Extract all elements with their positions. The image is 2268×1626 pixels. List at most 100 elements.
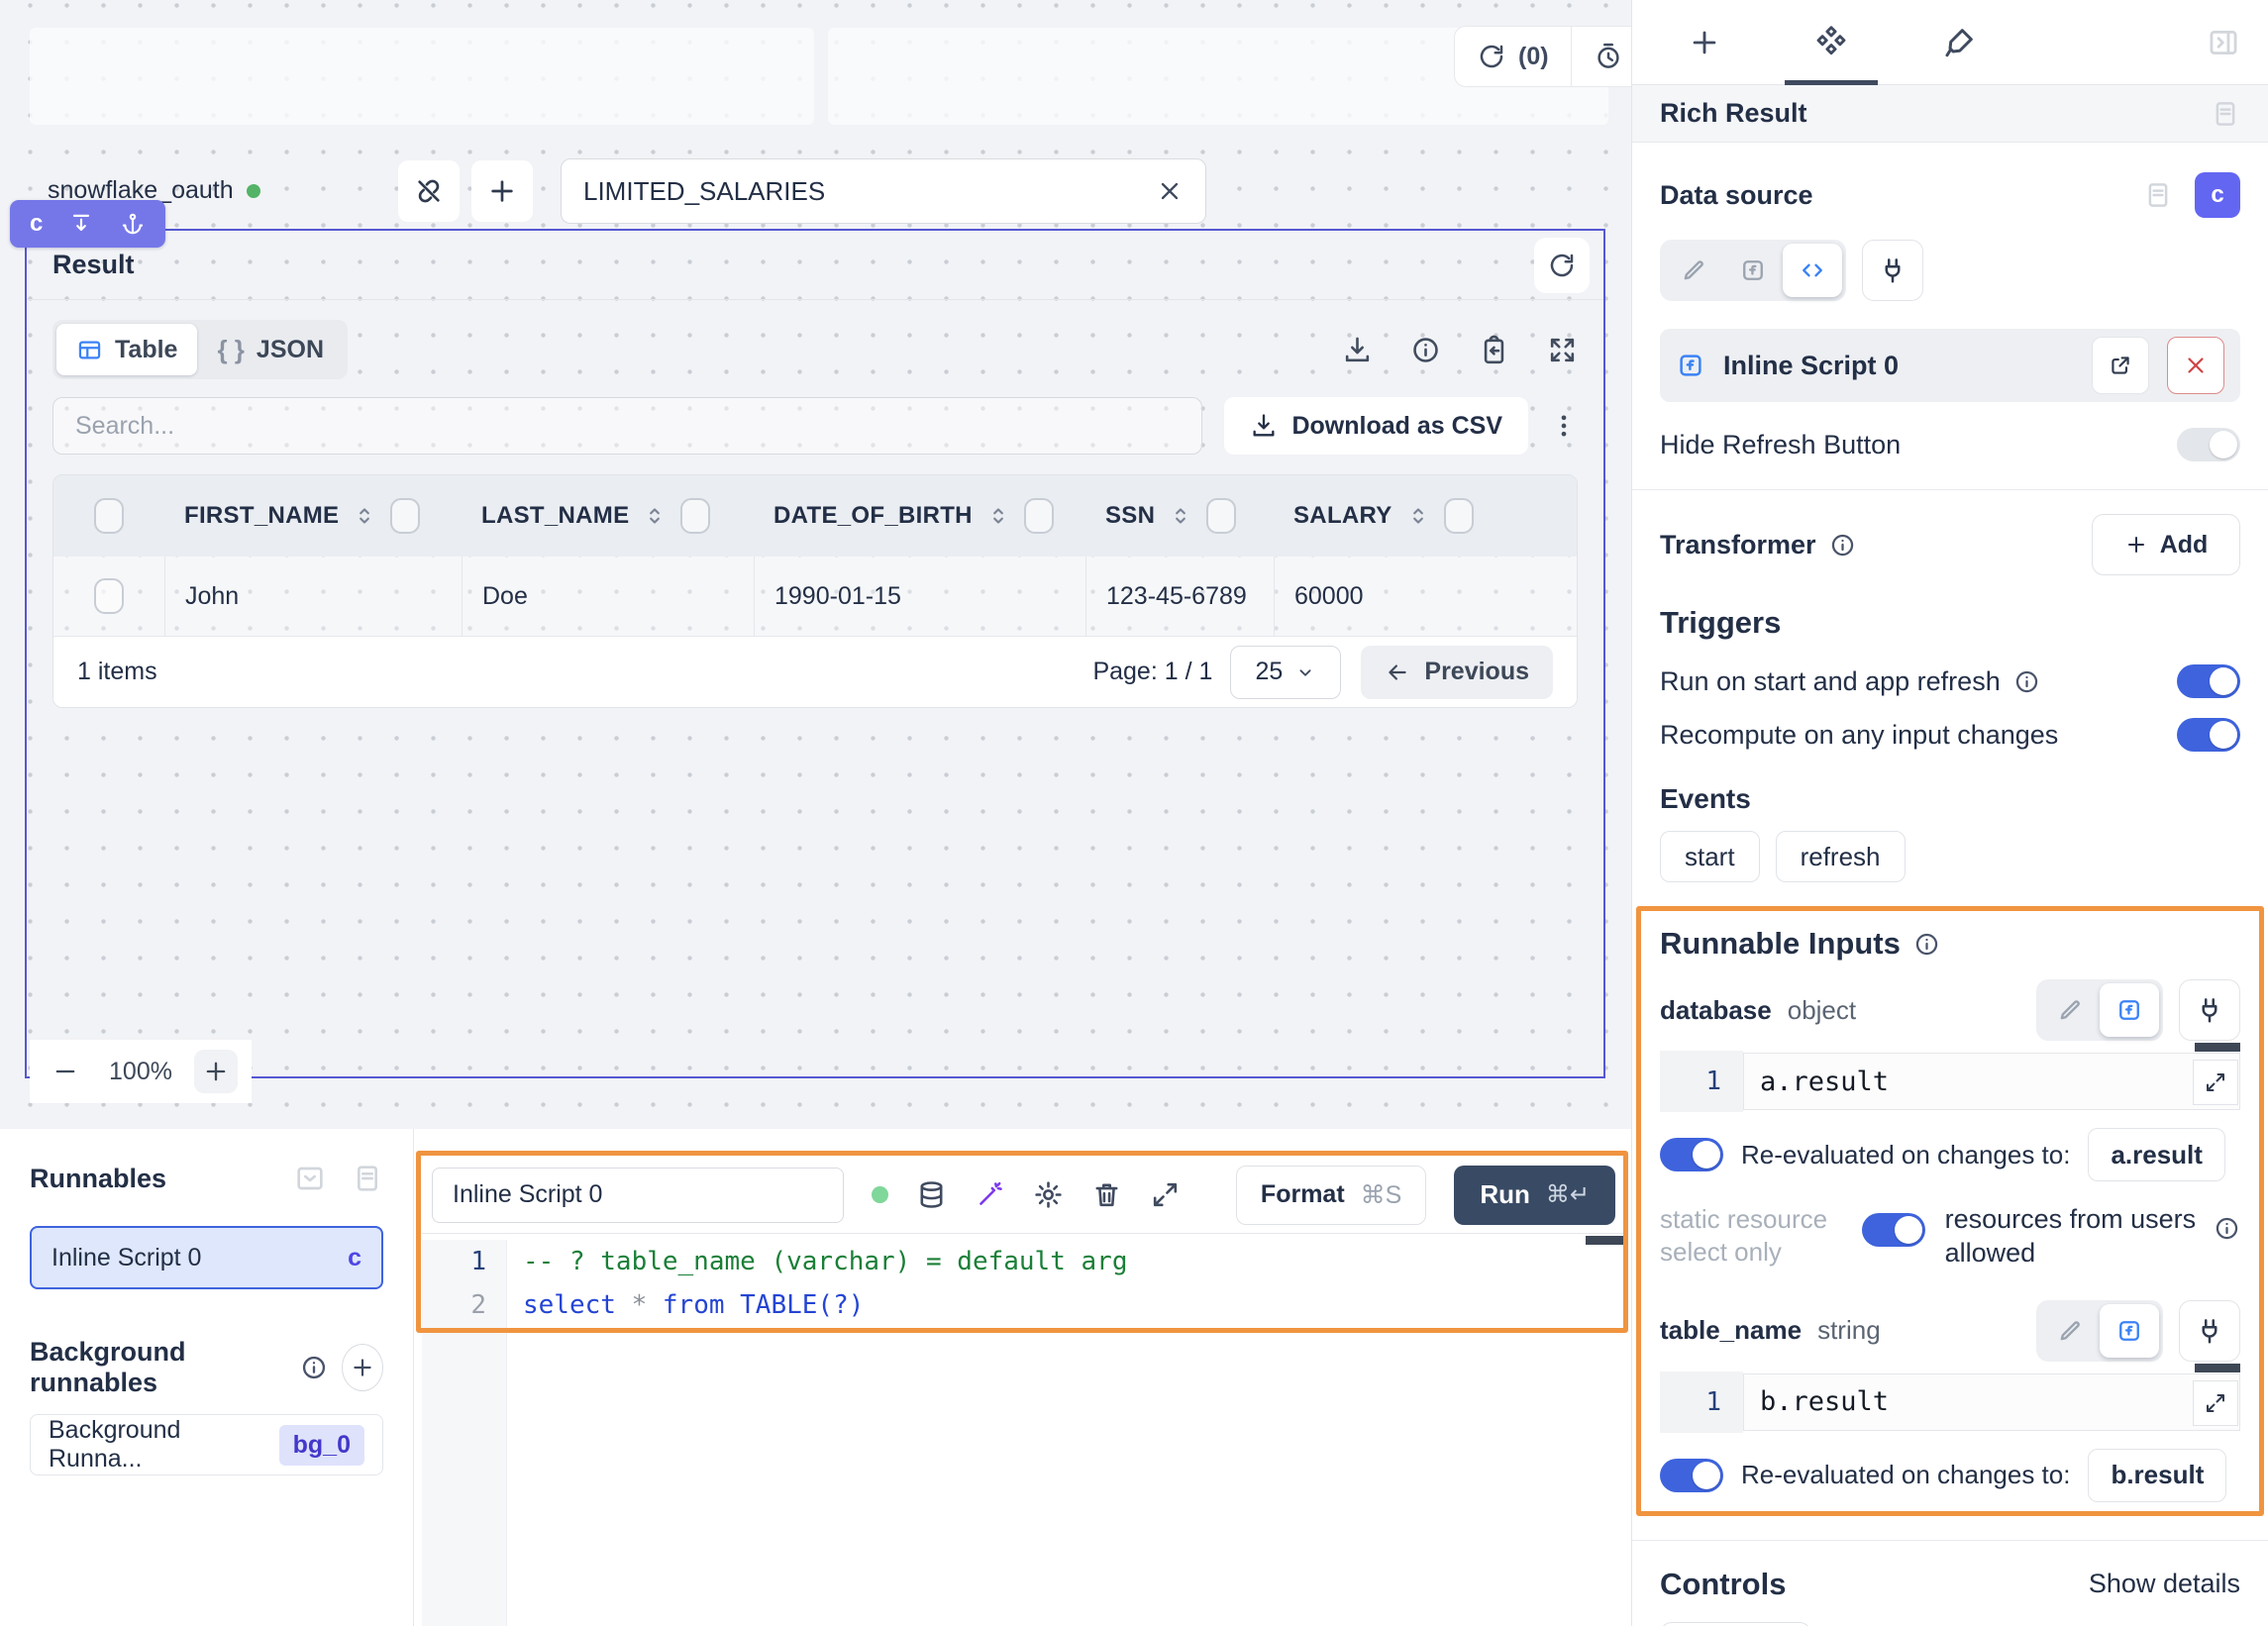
reeval-toggle-database[interactable]	[1660, 1138, 1723, 1171]
unlink-button[interactable]	[398, 160, 460, 222]
function-mode-button[interactable]	[2100, 983, 2159, 1037]
resources-from-users-toggle[interactable]	[1862, 1213, 1925, 1247]
pencil-mode-button[interactable]	[2040, 983, 2100, 1037]
data-source-item[interactable]: Inline Script 0	[1660, 329, 2240, 402]
pencil-mode-button[interactable]	[2040, 1304, 2100, 1358]
kebab-menu-button[interactable]	[1550, 412, 1578, 440]
tab-components[interactable]	[1812, 0, 1850, 85]
column-checkbox[interactable]	[680, 498, 710, 534]
select-all-checkbox[interactable]	[94, 498, 124, 534]
component-badge-button[interactable]: c	[2195, 172, 2240, 218]
plug-button[interactable]	[2179, 979, 2240, 1041]
tab-json[interactable]: { } JSON	[197, 324, 344, 375]
input-expression-editor-database[interactable]: 1 a.result	[1660, 1051, 2240, 1112]
database-icon[interactable]	[916, 1179, 947, 1210]
info-icon[interactable]	[2214, 1215, 2240, 1242]
add-background-runnable-button[interactable]	[342, 1344, 383, 1391]
input-expression-editor-table-name[interactable]: 1 b.result	[1660, 1372, 2240, 1433]
clipboard-icon[interactable]	[1479, 335, 1509, 365]
zoom-in-button[interactable]	[194, 1050, 238, 1093]
column-header-last-name[interactable]: LAST_NAME	[462, 498, 754, 534]
control-pill-setvalue[interactable]: setValue	[1660, 1622, 1811, 1626]
info-icon[interactable]	[1913, 931, 1940, 958]
format-button[interactable]: Format ⌘S	[1236, 1166, 1426, 1225]
sort-icon[interactable]	[352, 503, 377, 529]
scrollbar-handle[interactable]	[2195, 1364, 2240, 1372]
expand-editor-button[interactable]	[2193, 1380, 2238, 1426]
info-icon[interactable]	[1829, 532, 1856, 559]
zoom-out-button[interactable]	[44, 1050, 87, 1093]
function-mode-button[interactable]	[2100, 1304, 2159, 1358]
column-header-ssn[interactable]: SSN	[1085, 498, 1274, 534]
plug-button[interactable]	[1862, 240, 1923, 301]
run-button[interactable]: Run ⌘↵	[1454, 1166, 1615, 1225]
info-icon[interactable]	[1410, 335, 1441, 365]
sort-icon[interactable]	[985, 503, 1011, 529]
add-tab-button[interactable]	[471, 160, 533, 222]
reeval-target-chip[interactable]: b.result	[2088, 1449, 2226, 1502]
hide-refresh-toggle[interactable]	[2177, 428, 2240, 461]
event-pill-start[interactable]: start	[1660, 831, 1760, 882]
refresh-count-button[interactable]: (0)	[1455, 27, 1571, 86]
ghost-component-1[interactable]	[30, 28, 814, 125]
wand-icon[interactable]	[975, 1179, 1005, 1210]
column-header-date-of-birth[interactable]: DATE_OF_BIRTH	[754, 498, 1085, 534]
scrollbar-handle[interactable]	[1586, 1236, 1627, 1245]
result-refresh-button[interactable]	[1534, 238, 1590, 293]
code-mode-button[interactable]	[1783, 244, 1842, 297]
table-tab[interactable]: LIMITED_SALARIES	[561, 158, 1206, 224]
close-icon[interactable]	[1156, 177, 1184, 205]
column-checkbox[interactable]	[1444, 498, 1474, 534]
sort-icon[interactable]	[1405, 503, 1431, 529]
download-to-line-icon[interactable]	[68, 211, 94, 237]
collapse-panel-icon[interactable]	[2207, 26, 2240, 59]
plug-button[interactable]	[2179, 1300, 2240, 1362]
add-transformer-button[interactable]: Add	[2092, 514, 2240, 575]
background-runnable-item[interactable]: Background Runna... bg_0	[30, 1414, 383, 1475]
recompute-toggle[interactable]	[2177, 718, 2240, 752]
run-on-start-toggle[interactable]	[2177, 664, 2240, 698]
reeval-toggle-table-name[interactable]	[1660, 1459, 1723, 1492]
page-size-select[interactable]: 25	[1230, 646, 1341, 699]
script-name-input[interactable]: Inline Script 0	[432, 1168, 844, 1223]
runnable-item-inline-script-0[interactable]: Inline Script 0 c	[30, 1226, 383, 1289]
scrollbar-handle[interactable]	[2195, 1043, 2240, 1052]
download-csv-button[interactable]: Download as CSV	[1224, 397, 1528, 455]
row-checkbox[interactable]	[94, 578, 124, 614]
column-checkbox[interactable]	[1024, 498, 1054, 534]
info-icon[interactable]	[2013, 668, 2040, 695]
plus-icon[interactable]	[1688, 26, 1721, 59]
previous-page-button[interactable]: Previous	[1361, 646, 1553, 699]
event-pill-refresh[interactable]: refresh	[1776, 831, 1906, 882]
function-mode-button[interactable]	[1723, 244, 1783, 297]
list-icon[interactable]	[352, 1163, 383, 1194]
brush-icon[interactable]	[1941, 25, 1977, 60]
column-header-first-name[interactable]: FIRST_NAME	[164, 498, 462, 534]
search-input[interactable]: Search...	[52, 397, 1202, 455]
show-details-link[interactable]: Show details	[2089, 1569, 2240, 1599]
column-checkbox[interactable]	[390, 498, 420, 534]
anchor-icon[interactable]	[120, 211, 146, 237]
column-checkbox[interactable]	[1206, 498, 1236, 534]
trash-icon[interactable]	[1091, 1179, 1122, 1210]
doc-icon[interactable]	[2143, 180, 2173, 210]
remove-data-source-button[interactable]	[2167, 337, 2224, 394]
tab-table[interactable]: Table	[56, 324, 197, 375]
pencil-mode-button[interactable]	[1664, 244, 1723, 297]
code-area[interactable]: -- ? table_name (varchar) = default arg …	[523, 1240, 1621, 1327]
expand-editor-button[interactable]	[2193, 1060, 2238, 1105]
gear-icon[interactable]	[1033, 1179, 1064, 1210]
table-row[interactable]: John Doe 1990-01-15 123-45-6789 60000	[53, 557, 1577, 636]
expand-icon[interactable]	[1547, 335, 1578, 365]
doc-icon[interactable]	[2211, 99, 2240, 129]
expand-diagonal-icon[interactable]	[1150, 1179, 1181, 1210]
info-icon[interactable]	[300, 1354, 328, 1381]
sort-icon[interactable]	[642, 503, 668, 529]
input-type-table-name: string	[1817, 1315, 1881, 1346]
reeval-target-chip[interactable]: a.result	[2088, 1128, 2225, 1181]
column-header-salary[interactable]: SALARY	[1274, 498, 1577, 534]
open-external-button[interactable]	[2092, 337, 2149, 394]
collapse-box-icon[interactable]	[294, 1163, 326, 1194]
sort-icon[interactable]	[1168, 503, 1193, 529]
download-icon[interactable]	[1342, 335, 1373, 365]
